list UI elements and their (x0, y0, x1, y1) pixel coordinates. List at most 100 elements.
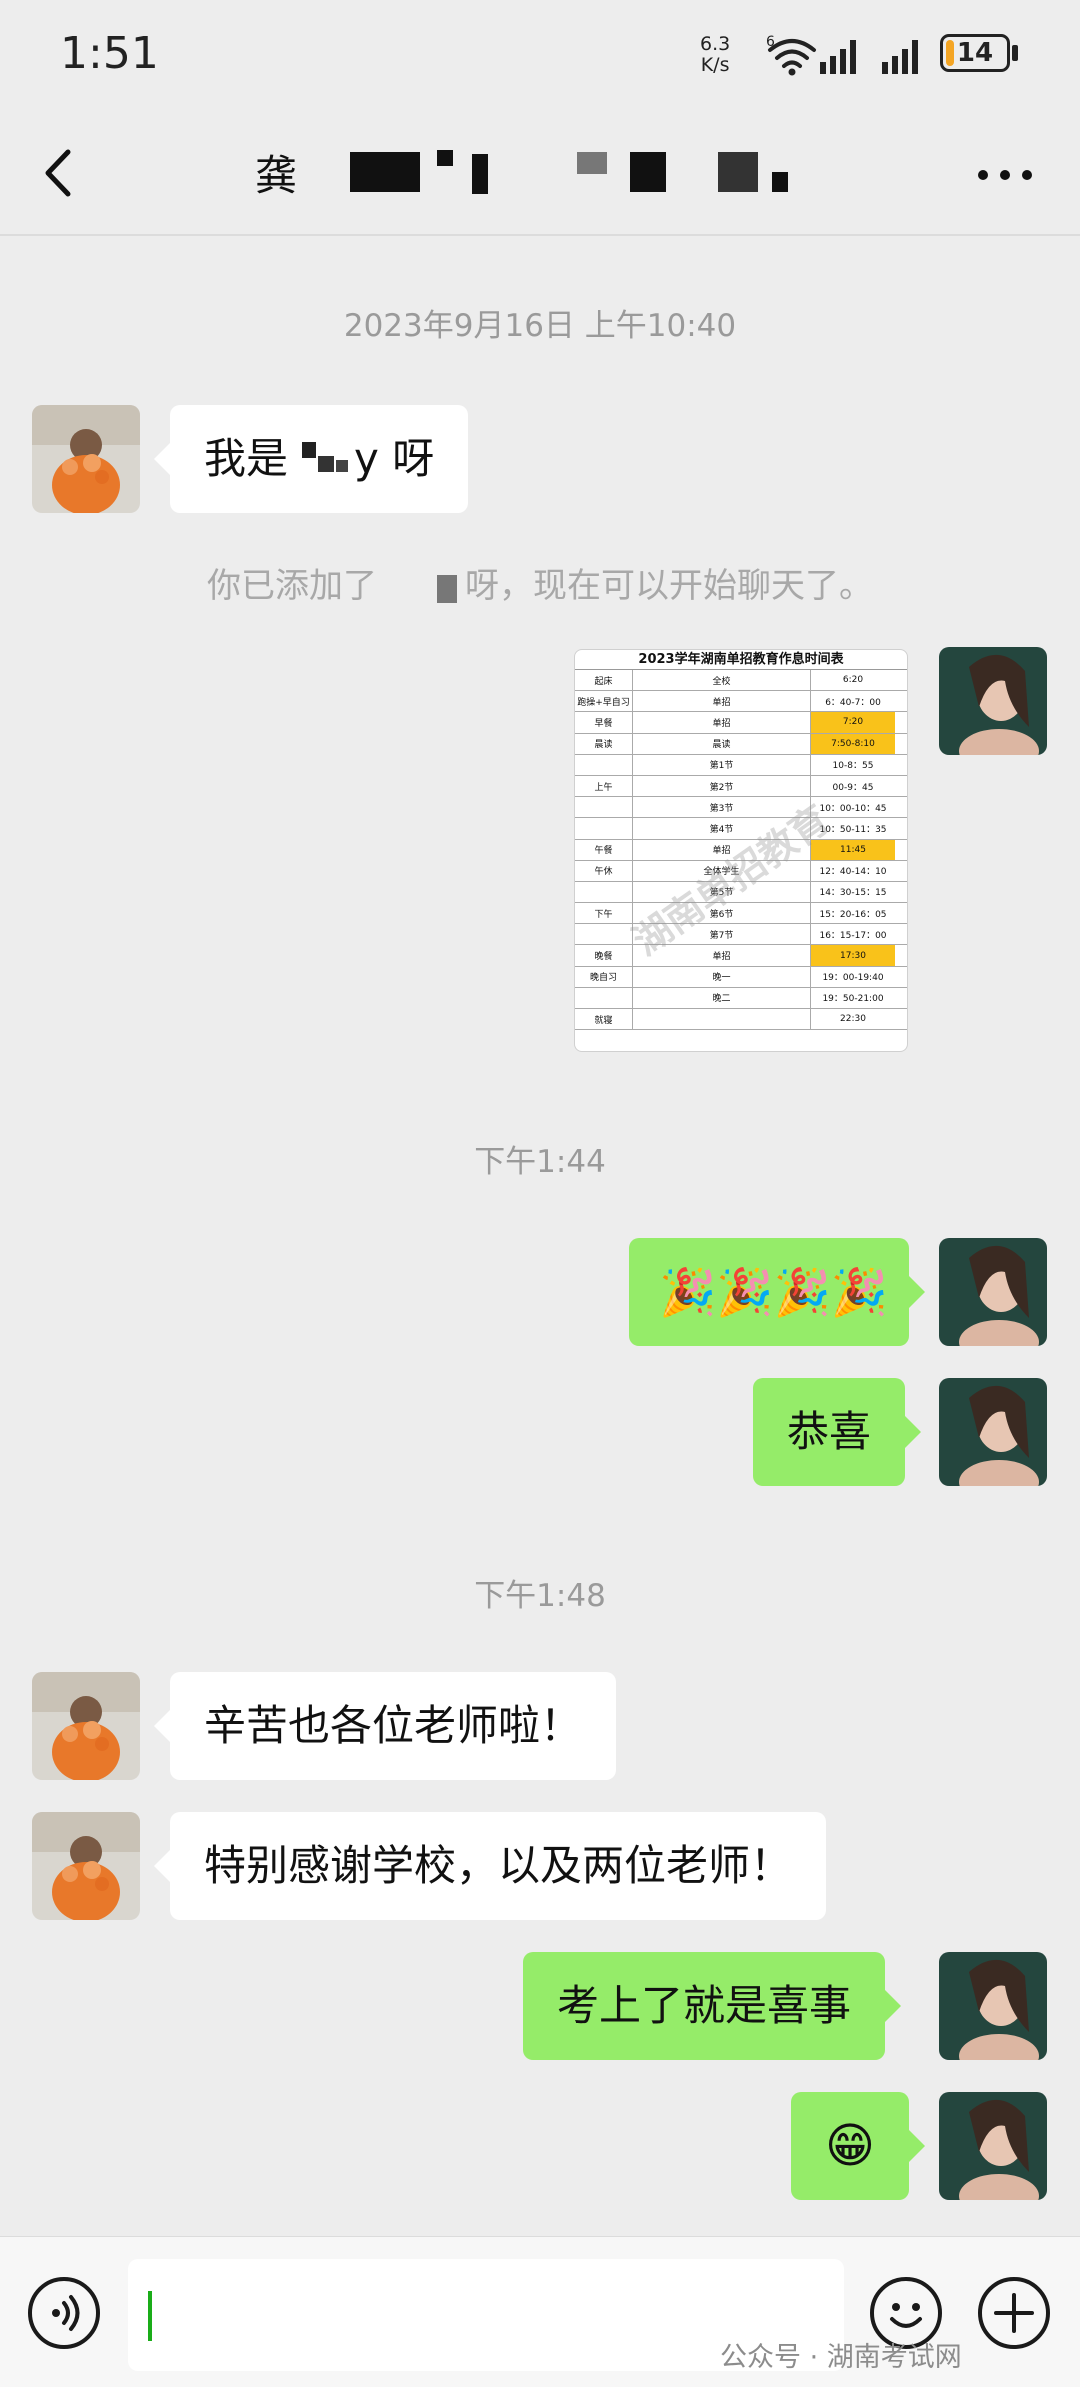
schedule-cell: 全校 (633, 670, 811, 691)
chat-title: 龚 (255, 151, 298, 200)
schedule-cell: 00-9：45 (832, 782, 874, 793)
schedule-cell: 晚餐 (575, 945, 633, 966)
schedule-cell: 晚二 (633, 987, 811, 1008)
schedule-cell: 第2节 (633, 775, 811, 797)
more-dots-icon[interactable] (965, 140, 1045, 210)
contact-avatar[interactable] (32, 1672, 140, 1780)
schedule-cell: 16：15-17：00 (819, 930, 887, 941)
schedule-cell (575, 818, 633, 839)
schedule-row: 就寝 22:30 (575, 1009, 907, 1031)
schedule-cell: 午餐 (575, 839, 633, 860)
self-avatar-image (939, 1378, 1047, 1486)
self-avatar-image (939, 1238, 1047, 1346)
redacted-name (288, 441, 354, 482)
schedule-row: 早餐 单招 7:20 (575, 712, 907, 734)
schedule-row: 晚餐 单招 17:30 (575, 945, 907, 967)
network-speed-unit: K/s (700, 54, 730, 76)
message-bubble[interactable]: 特别感谢学校，以及两位老师！ (153, 1812, 827, 1920)
cell-signal-icon-2 (882, 40, 918, 74)
redacted-name (377, 571, 465, 605)
message-bubble[interactable]: 恭喜 (753, 1378, 922, 1486)
message-bubble[interactable]: 我是 y 呀 (153, 405, 469, 513)
status-bar: 1:51 6.3 K/s 6 14 (0, 0, 1080, 110)
message-text: 恭喜 (787, 1407, 872, 1456)
schedule-cell: 上午 (575, 775, 633, 797)
chevron-left-icon[interactable] (30, 138, 90, 208)
contact-avatar-image (32, 405, 140, 513)
party-popper-emoji: 🎉🎉🎉🎉 (659, 1265, 889, 1319)
text-cursor (148, 2291, 152, 2341)
schedule-cell: 就寝 (575, 1009, 633, 1030)
schedule-cell: 早餐 (575, 712, 633, 733)
wifi-icon (768, 39, 816, 68)
schedule-cell: 14：30-15：15 (819, 888, 887, 899)
schedule-cell: 7:20 (811, 712, 895, 733)
schedule-cell: 22:30 (840, 1014, 866, 1025)
schedule-row: 晚二 19：50-21:00 (575, 987, 907, 1009)
schedule-cell (633, 1009, 811, 1030)
self-avatar[interactable] (939, 647, 1047, 755)
schedule-cell (575, 987, 633, 1008)
schedule-row: 晚自习 晚一 19：00-19:40 (575, 966, 907, 988)
voice-icon-glyph (52, 2295, 80, 2331)
schedule-row: 第1节 10-8：55 (575, 754, 907, 776)
battery-tip (1012, 45, 1018, 61)
schedule-row: 起床 全校 6:20 (575, 670, 907, 692)
schedule-cell: 晨读 (633, 733, 811, 754)
self-avatar[interactable] (939, 1378, 1047, 1486)
message-bubble[interactable]: 😁 (791, 2092, 925, 2200)
system-notice-text: 呀，现在可以开始聊天了。 (465, 566, 873, 606)
message-text: 考上了就是喜事 (557, 1981, 852, 2030)
battery-level: 14 (956, 38, 994, 68)
schedule-row: 跑操+早自习 单招 6：40-7：00 (575, 691, 907, 713)
battery-icon: 14 (940, 34, 1010, 72)
schedule-cell: 晚自习 (575, 966, 633, 987)
schedule-cell: 单招 (633, 712, 811, 733)
self-avatar[interactable] (939, 1952, 1047, 2060)
message-text: 辛苦也各位老师啦！ (204, 1701, 583, 1750)
self-avatar[interactable] (939, 1238, 1047, 1346)
schedule-cell: 晚一 (633, 966, 811, 987)
system-notice-text: 你已添加了 (207, 566, 377, 606)
schedule-cell (575, 754, 633, 775)
contact-avatar-image (32, 1672, 140, 1780)
message-bubble[interactable]: 考上了就是喜事 (523, 1952, 902, 2060)
voice-icon[interactable] (28, 2277, 100, 2349)
schedule-cell: 6:20 (842, 675, 864, 686)
self-avatar[interactable] (939, 2092, 1047, 2200)
input-bar: 公众号 · 湖南考试网 (0, 2236, 1080, 2387)
schedule-cell: 15：20-16：05 (819, 909, 887, 920)
schedule-cell (575, 797, 633, 818)
message-text: 特别感谢学校，以及两位老师！ (204, 1841, 793, 1890)
self-avatar-image (939, 1952, 1047, 2060)
system-notice: 你已添加了 呀，现在可以开始聊天了。 (0, 558, 1080, 607)
plus-icon[interactable] (978, 2277, 1050, 2349)
signal-icons: 6 (766, 34, 918, 76)
grin-emoji: 😁 (824, 2118, 876, 2174)
message-bubble[interactable]: 🎉🎉🎉🎉 (629, 1238, 925, 1346)
message-bubble[interactable]: 辛苦也各位老师啦！ (153, 1672, 617, 1780)
schedule-cell: 12：40-14：10 (819, 867, 887, 878)
self-avatar-image (939, 647, 1047, 755)
schedule-row: 上午 第2节 00-9：45 (575, 775, 907, 798)
schedule-cell: 19：00-19:40 (822, 973, 884, 984)
status-time: 1:51 (60, 28, 159, 79)
schedule-row: 第3节 10：00-10：45 (575, 797, 907, 819)
message-text: 我是 (204, 434, 289, 483)
schedule-row: 晨读 晨读 7:50-8:10 (575, 733, 907, 755)
schedule-cell: 6：40-7：00 (825, 697, 881, 708)
network-speed-value: 6.3 (700, 33, 731, 55)
chat-header: 龚 (0, 110, 1080, 235)
image-message[interactable]: 2023学年湖南单招教育作息时间表 起床 全校 6:20 跑操+早自习 单招 6：40-7… (574, 649, 908, 1052)
timestamp: 2023年9月16日 上午10:40 (343, 308, 737, 344)
contact-avatar[interactable] (32, 1812, 140, 1920)
schedule-cell: 17:30 (811, 945, 895, 966)
header-divider (0, 234, 1080, 236)
svg-text:6: 6 (766, 34, 775, 50)
timestamp: 下午1:44 (474, 1144, 606, 1180)
schedule-cell: 10-8：55 (832, 761, 874, 772)
cell-signal-icon-1 (820, 40, 856, 74)
schedule-cell: 晨读 (575, 733, 633, 754)
contact-avatar[interactable] (32, 405, 140, 513)
schedule-cell: 午休 (575, 860, 633, 881)
